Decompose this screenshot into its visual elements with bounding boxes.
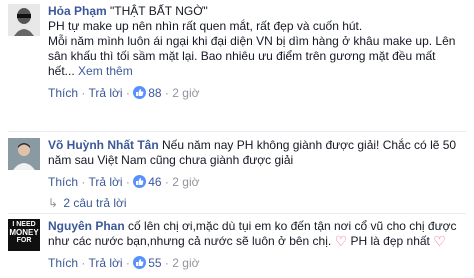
timestamp[interactable]: 2 giờ bbox=[172, 175, 199, 189]
comment-text: Hỏa Phạm "THẬT BẤT NGỜ" bbox=[48, 4, 468, 19]
avatar-text-line: FOR bbox=[16, 237, 32, 244]
see-more-link[interactable]: Xem thêm bbox=[78, 64, 133, 78]
comment-line: hết... Xem thêm bbox=[48, 64, 468, 79]
like-count[interactable]: 88 bbox=[148, 86, 161, 100]
comment-line: năm sau Việt Nam cũng chưa giành được gi… bbox=[48, 153, 294, 167]
comment-line-text: cố lên chị ơi,mặc dù tụi em ko đến tận n… bbox=[128, 219, 457, 233]
heart-icon: ♡ bbox=[433, 233, 446, 249]
comment-hoa-pham: Hỏa Phạm "THẬT BẤT NGỜ" PH tự make up nê… bbox=[8, 4, 468, 104]
reply-link[interactable]: Trả lời bbox=[88, 175, 122, 189]
replies-toggle[interactable]: ↳ 2 câu trả lời bbox=[48, 196, 127, 210]
comment-line-text: hết... bbox=[48, 64, 75, 78]
reply-link[interactable]: Trả lời bbox=[88, 256, 122, 270]
reply-link[interactable]: Trả lời bbox=[88, 86, 122, 100]
comment-line-text: Nếu năm nay PH không giành được giải! Ch… bbox=[162, 138, 457, 152]
avatar[interactable]: I NEED MONEY FOR bbox=[8, 219, 40, 251]
like-link[interactable]: Thích bbox=[48, 175, 78, 189]
comment-text: Nguyên Phan cố lên chị ơi,mặc dù tụi em … bbox=[48, 219, 468, 234]
comment-line: như các nước bạn,nhưng cả nước sẽ luôn ở… bbox=[48, 234, 468, 249]
comment-text: Võ Huỳnh Nhất Tân Nếu năm nay PH không g… bbox=[48, 138, 468, 153]
like-link[interactable]: Thích bbox=[48, 86, 78, 100]
divider bbox=[8, 213, 466, 214]
author-name[interactable]: Hỏa Phạm bbox=[48, 4, 107, 18]
like-count[interactable]: 46 bbox=[148, 175, 161, 189]
timestamp[interactable]: 2 giờ bbox=[172, 256, 199, 270]
author-name[interactable]: Võ Huỳnh Nhất Tân bbox=[48, 138, 159, 152]
author-name[interactable]: Nguyên Phan bbox=[48, 219, 125, 233]
like-badge-icon bbox=[133, 256, 147, 269]
heart-icon: ♡ bbox=[334, 233, 348, 249]
avatar-caption: I NEED MONEY FOR bbox=[8, 221, 40, 245]
comment-line: PH tự make up nên nhìn rất quen mắt, rất… bbox=[48, 19, 363, 33]
avatar[interactable] bbox=[8, 4, 40, 36]
timestamp[interactable]: 2 giờ bbox=[172, 86, 199, 100]
comment-line-text: PH là đẹp nhất bbox=[350, 234, 430, 248]
like-badge-icon bbox=[133, 86, 147, 99]
divider bbox=[8, 131, 466, 132]
comment-line: sân khấu thì tối sầm mặt lại. Bao nhiêu … bbox=[48, 49, 436, 63]
replies-count-link[interactable]: 2 câu trả lời bbox=[63, 196, 126, 210]
comment-actions: Thích · Trả lời · 55 · 2 giờ bbox=[48, 256, 200, 270]
avatar[interactable] bbox=[8, 138, 40, 170]
avatar-text-line: MONEY bbox=[9, 228, 39, 237]
comment-nguyen-phan: I NEED MONEY FOR Nguyên Phan cố lên chị … bbox=[8, 219, 468, 277]
reply-arrow-icon: ↳ bbox=[48, 196, 59, 210]
comment-vo-huynh-nhat-tan: Võ Huỳnh Nhất Tân Nếu năm nay PH không g… bbox=[8, 138, 468, 198]
like-badge-icon bbox=[133, 175, 147, 188]
comment-actions: Thích · Trả lời · 88 · 2 giờ bbox=[48, 86, 200, 100]
like-count[interactable]: 55 bbox=[148, 256, 161, 270]
comment-quote: "THẬT BẤT NGỜ" bbox=[110, 4, 208, 18]
comment-actions: Thích · Trả lời · 46 · 2 giờ bbox=[48, 175, 200, 189]
comment-line-text: như các nước bạn,nhưng cả nước sẽ luôn ở… bbox=[48, 234, 332, 248]
comment-line: Mỗi năm mình luôn ái ngại khi đại diện V… bbox=[48, 34, 456, 48]
like-link[interactable]: Thích bbox=[48, 256, 78, 270]
